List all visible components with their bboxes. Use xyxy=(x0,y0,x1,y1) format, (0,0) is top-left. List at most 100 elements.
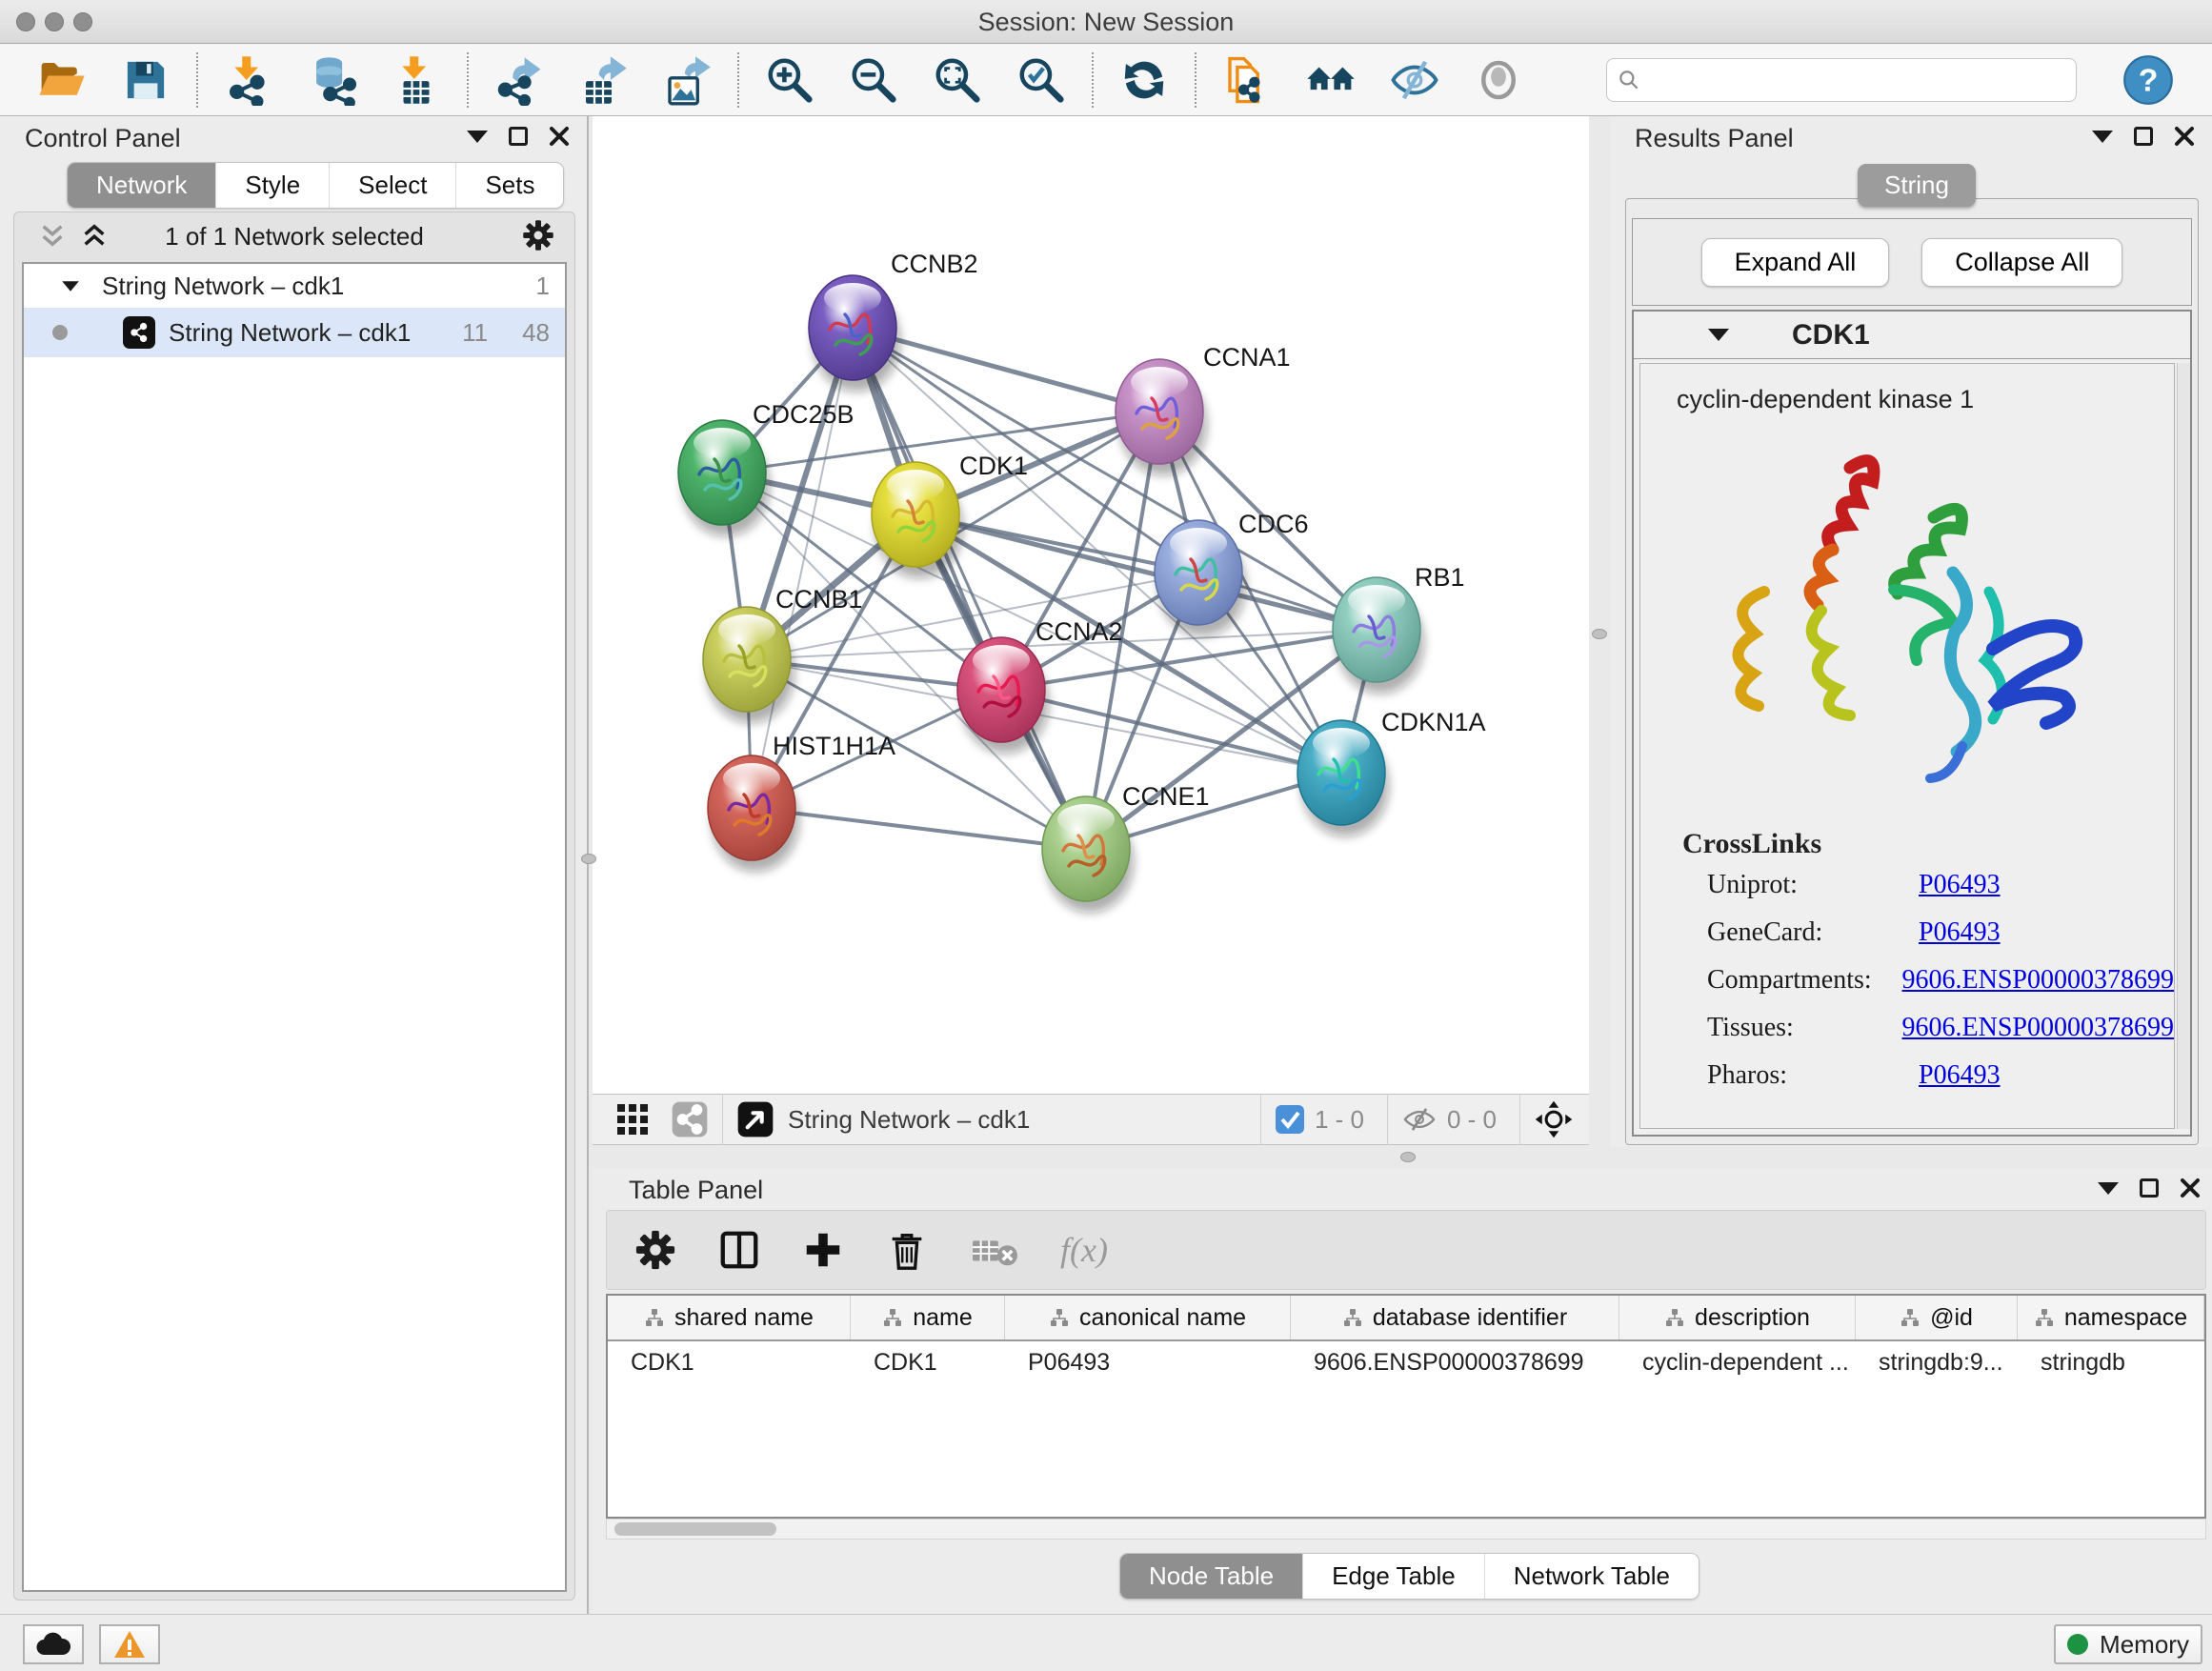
crosslink-link[interactable]: 9606.ENSP00000378699 xyxy=(1902,1013,2174,1043)
grid-view-icon[interactable] xyxy=(613,1100,652,1138)
column-header--id[interactable]: @id xyxy=(1856,1296,2018,1339)
left-splitter-knob[interactable] xyxy=(581,854,596,864)
tab-select[interactable]: Select xyxy=(329,163,455,208)
collapse-panel-icon[interactable] xyxy=(467,131,488,143)
graph-edge-CCNB2-CCNE1[interactable] xyxy=(853,328,1086,849)
search-input[interactable] xyxy=(1641,67,2051,93)
hide-panel-icon[interactable] xyxy=(1389,54,1440,106)
network-row-selected[interactable]: String Network – cdk1 11 48 xyxy=(24,308,565,357)
import-database-icon[interactable] xyxy=(307,54,358,106)
close-panel-icon[interactable] xyxy=(2174,126,2195,147)
export-table-icon[interactable] xyxy=(577,54,629,106)
open-session-icon[interactable] xyxy=(36,54,88,106)
fit-content-icon[interactable] xyxy=(1534,1099,1574,1139)
detach-view-icon[interactable] xyxy=(736,1100,774,1138)
table-horizontal-scrollbar[interactable] xyxy=(606,1519,2206,1540)
crosslink-label: Uniprot: xyxy=(1707,870,1919,900)
float-panel-icon[interactable] xyxy=(509,127,528,146)
network-graph[interactable]: CCNB2CCNA1CDC25BCDK1CDC6RB1CCNB1CCNA2CDK… xyxy=(593,116,1589,1094)
table-cell[interactable]: cyclin-dependent ... xyxy=(1619,1341,1856,1385)
graph-node-RB1[interactable]: RB1 xyxy=(1333,563,1465,694)
table-cell[interactable]: CDK1 xyxy=(608,1341,851,1385)
zoom-fit-icon[interactable] xyxy=(932,54,983,106)
scrollbar-thumb[interactable] xyxy=(614,1522,776,1536)
tab-style[interactable]: Style xyxy=(215,163,329,208)
zoom-in-icon[interactable] xyxy=(764,54,815,106)
crosslink-link[interactable]: P06493 xyxy=(1919,917,2001,948)
tab-edge-table[interactable]: Edge Table xyxy=(1302,1554,1484,1599)
graph-node-CCNB2[interactable]: CCNB2 xyxy=(809,250,978,392)
graph-node-CDKN1A[interactable]: CDKN1A xyxy=(1297,708,1486,836)
crosslink-link[interactable]: P06493 xyxy=(1919,870,2001,900)
cloud-button[interactable] xyxy=(23,1624,84,1664)
results-scrollbar[interactable] xyxy=(2177,363,2190,1129)
entry-expander-icon[interactable] xyxy=(1708,329,1729,341)
show-panel-icon[interactable] xyxy=(1473,54,1524,106)
crosslink-link[interactable]: 9606.ENSP00000378699 xyxy=(1902,965,2174,996)
warning-icon xyxy=(113,1629,146,1660)
tab-network[interactable]: Network xyxy=(68,163,215,208)
collapse-panel-icon[interactable] xyxy=(2098,1182,2119,1195)
horizontal-splitter[interactable] xyxy=(593,1147,2212,1168)
close-panel-icon[interactable] xyxy=(549,126,570,147)
split-columns-icon[interactable] xyxy=(717,1228,761,1272)
column-header-canonical-name[interactable]: canonical name xyxy=(1005,1296,1291,1339)
column-header-shared-name[interactable]: shared name xyxy=(608,1296,851,1339)
selected-checkbox-icon[interactable] xyxy=(1275,1104,1305,1135)
delete-column-icon[interactable] xyxy=(885,1228,929,1272)
memory-button[interactable]: Memory xyxy=(2054,1624,2202,1664)
import-network-icon[interactable] xyxy=(223,54,274,106)
table-cell[interactable]: P06493 xyxy=(1005,1341,1291,1385)
tab-sets[interactable]: Sets xyxy=(455,163,563,208)
network-selected-label: 1 of 1 Network selected xyxy=(14,222,574,252)
collapse-all-button[interactable]: Collapse All xyxy=(1921,238,2122,287)
graph-edge-HIST1H1A-CCNE1[interactable] xyxy=(752,808,1086,849)
crosslink-link[interactable]: P06493 xyxy=(1919,1060,2001,1091)
refresh-icon[interactable] xyxy=(1118,54,1170,106)
float-panel-icon[interactable] xyxy=(2140,1178,2159,1198)
column-header-namespace[interactable]: namespace xyxy=(2018,1296,2204,1339)
gear-icon[interactable] xyxy=(633,1228,677,1272)
graph-node-CDC25B[interactable]: CDC25B xyxy=(678,400,855,536)
column-header-description[interactable]: description xyxy=(1619,1296,1856,1339)
collapse-panel-icon[interactable] xyxy=(2092,131,2113,143)
table-cell[interactable]: CDK1 xyxy=(851,1341,1005,1385)
column-header-database-identifier[interactable]: database identifier xyxy=(1291,1296,1619,1339)
expand-all-button[interactable]: Expand All xyxy=(1701,238,1890,287)
collection-count: 1 xyxy=(536,272,550,301)
tab-string[interactable]: String xyxy=(1858,164,1976,207)
add-column-icon[interactable] xyxy=(801,1228,845,1272)
warning-button[interactable] xyxy=(99,1624,160,1664)
export-image-icon[interactable] xyxy=(661,54,713,106)
network-canvas[interactable]: CCNB2CCNA1CDC25BCDK1CDC6RB1CCNB1CCNA2CDK… xyxy=(593,116,1589,1094)
table-cell[interactable]: 9606.ENSP00000378699 xyxy=(1291,1341,1619,1385)
save-session-icon[interactable] xyxy=(120,54,171,106)
close-panel-icon[interactable] xyxy=(2180,1178,2201,1198)
graph-node-HIST1H1A[interactable]: HIST1H1A xyxy=(708,732,895,872)
network-collection-row[interactable]: String Network – cdk1 1 xyxy=(24,264,565,308)
graph-node-CDC6[interactable]: CDC6 xyxy=(1155,510,1309,636)
graph-node-CCNE1[interactable]: CCNE1 xyxy=(1042,782,1210,913)
help-icon[interactable]: ? xyxy=(2122,54,2174,106)
tree-expander-icon[interactable] xyxy=(62,281,79,291)
table-cell[interactable]: stringdb xyxy=(2018,1341,2204,1385)
network-view-icon[interactable] xyxy=(671,1100,709,1138)
graph-node-label-HIST1H1A: HIST1H1A xyxy=(773,732,895,760)
export-network-icon[interactable] xyxy=(493,54,545,106)
zoom-out-icon[interactable] xyxy=(848,54,899,106)
tab-node-table[interactable]: Node Table xyxy=(1120,1554,1302,1599)
tab-network-table[interactable]: Network Table xyxy=(1484,1554,1699,1599)
column-header-name[interactable]: name xyxy=(851,1296,1005,1339)
entry-header[interactable]: CDK1 xyxy=(1634,312,2190,359)
vertical-splitter[interactable] xyxy=(1589,116,1610,1147)
import-table-icon[interactable] xyxy=(391,54,442,106)
float-panel-icon[interactable] xyxy=(2134,127,2153,146)
gear-icon[interactable] xyxy=(521,218,555,252)
table-cell[interactable]: stringdb:9... xyxy=(1856,1341,2018,1385)
share-document-icon[interactable] xyxy=(1221,54,1273,106)
graph-node-CDK1[interactable]: CDK1 xyxy=(872,452,1028,578)
graph-node-CCNA2[interactable]: CCNA2 xyxy=(957,617,1123,754)
zoom-selected-icon[interactable] xyxy=(1016,54,1067,106)
home-network-icon[interactable] xyxy=(1305,54,1357,106)
table-row[interactable]: CDK1CDK1P064939606.ENSP00000378699cyclin… xyxy=(608,1341,2204,1385)
